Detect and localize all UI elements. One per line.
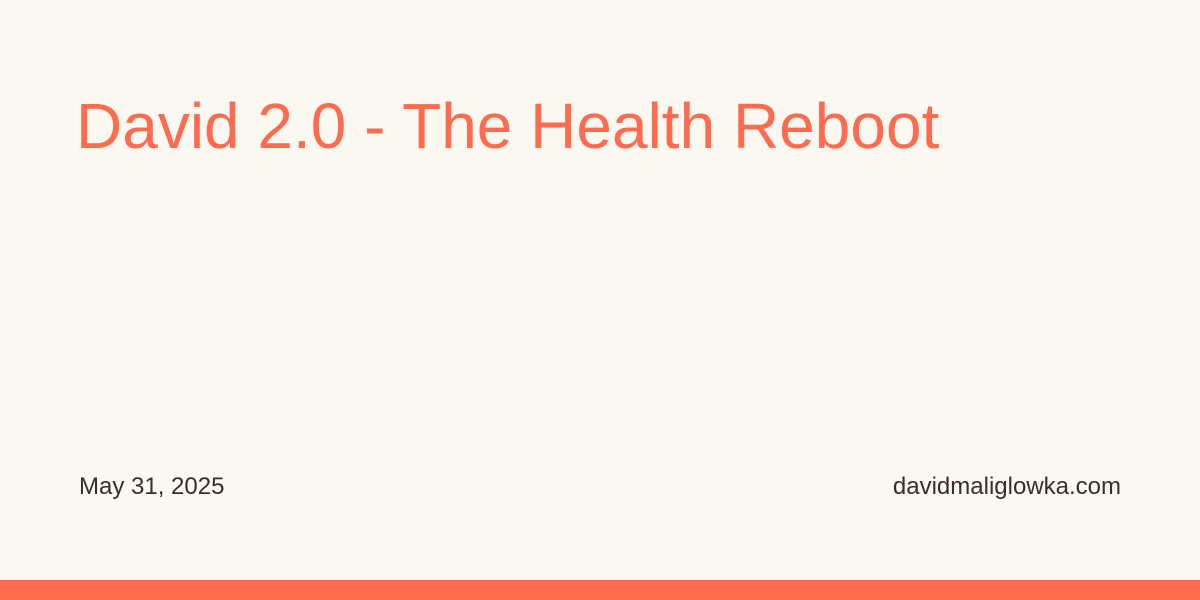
post-date: May 31, 2025 [79, 473, 225, 500]
social-card: David 2.0 - The Health Reboot May 31, 20… [0, 0, 1200, 600]
post-title: David 2.0 - The Health Reboot [76, 90, 940, 162]
accent-bar [0, 580, 1200, 600]
site-domain: davidmaliglowka.com [892, 473, 1121, 500]
